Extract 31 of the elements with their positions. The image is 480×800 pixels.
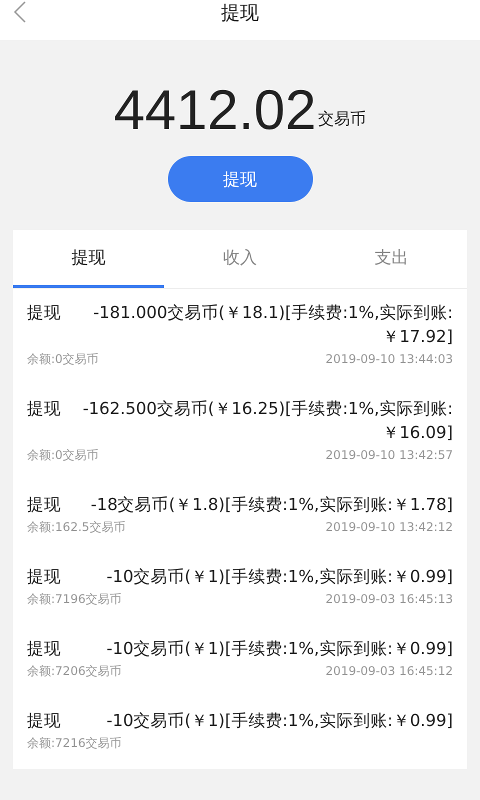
record-balance: 余额:0交易币 <box>27 351 99 368</box>
record-time: 2019-09-10 13:44:03 <box>326 351 453 368</box>
record-type: 提现 <box>27 494 61 516</box>
balance-amount: 4412.02 <box>114 80 316 140</box>
record-detail: -10交易币(￥1)[手续费:1%,实际到账:￥0.99] <box>106 710 453 732</box>
record-time: 2019-09-03 16:45:13 <box>326 591 453 608</box>
record-balance: 余额:7216交易币 <box>27 735 122 752</box>
tab[interactable]: 收入 <box>164 230 316 288</box>
withdraw-button[interactable]: 提现 <box>168 156 312 202</box>
record-balance: 余额:0交易币 <box>27 447 99 464</box>
record-type: 提现 <box>27 566 61 588</box>
record-detail: -18交易币(￥1.8)[手续费:1%,实际到账:￥1.78] <box>90 494 453 516</box>
record-detail: -162.500交易币(￥16.25)[手续费:1%,实际到账:￥16.09] <box>82 398 453 444</box>
record-type: 提现 <box>27 638 61 660</box>
record-balance: 余额:7196交易币 <box>27 591 122 608</box>
record-type: 提现 <box>27 302 61 324</box>
record-balance: 余额:162.5交易币 <box>27 519 126 536</box>
record-detail: -181.000交易币(￥18.1)[手续费:1%,实际到账:￥17.92] <box>92 302 453 348</box>
record-type: 提现 <box>27 398 61 420</box>
record-time: 2019-09-10 13:42:57 <box>326 447 453 464</box>
tab[interactable]: 支出 <box>316 230 467 288</box>
back-icon[interactable] <box>12 0 28 24</box>
record-time: 2019-09-10 13:42:12 <box>326 519 453 536</box>
record-balance: 余额:7206交易币 <box>27 663 122 680</box>
record-detail: -10交易币(￥1)[手续费:1%,实际到账:￥0.99] <box>106 566 453 588</box>
record-detail: -10交易币(￥1)[手续费:1%,实际到账:￥0.99] <box>106 638 453 660</box>
currency-unit: 交易币 <box>318 109 366 130</box>
tab[interactable]: 提现 <box>13 230 164 288</box>
page-title: 提现 <box>221 1 259 26</box>
record-type: 提现 <box>27 710 61 732</box>
record-time: 2019-09-03 16:45:12 <box>326 663 453 680</box>
